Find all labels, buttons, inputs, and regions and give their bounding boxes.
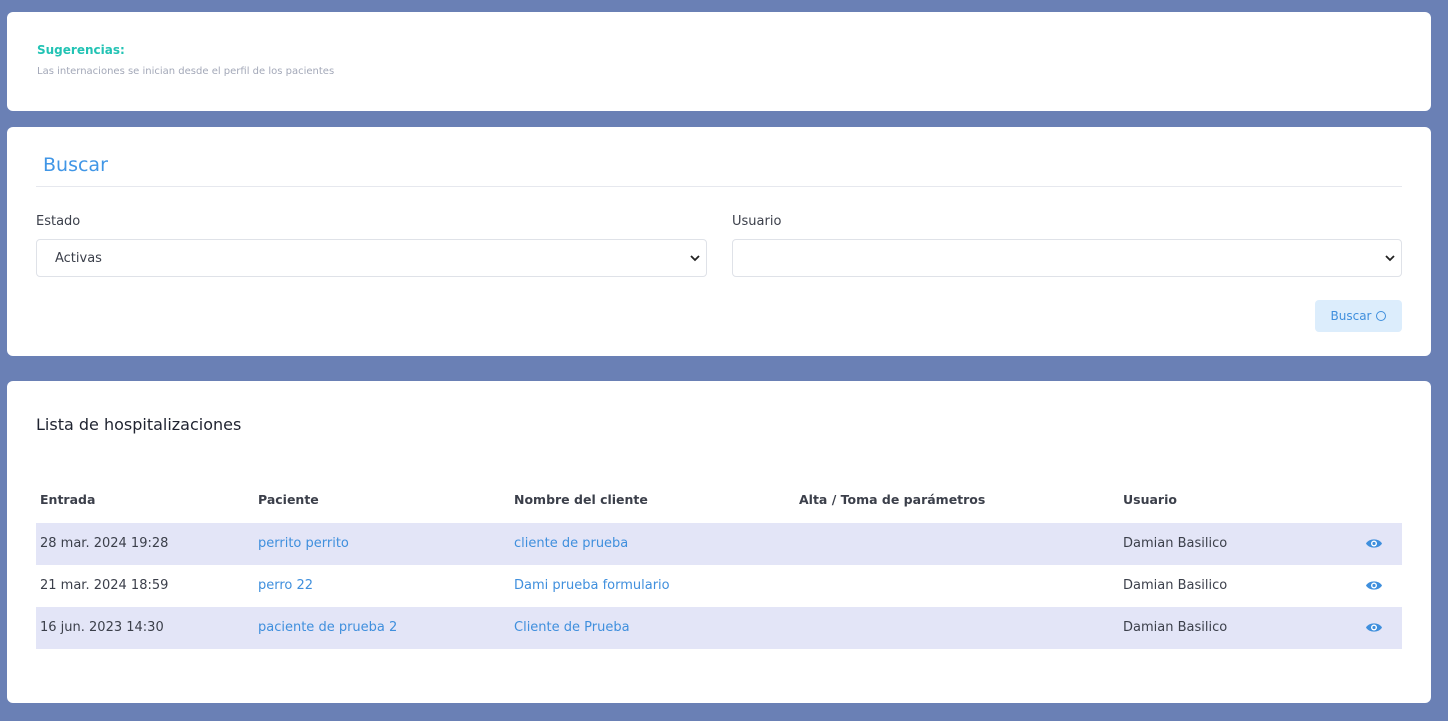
suggestions-title: Sugerencias:	[37, 43, 125, 57]
column-header-entrada: Entrada	[40, 492, 96, 507]
table-row: 28 mar. 2024 19:28 perrito perrito clien…	[36, 523, 1402, 565]
paciente-link[interactable]: paciente de prueba 2	[258, 620, 397, 635]
list-title: Lista de hospitalizaciones	[36, 415, 242, 434]
column-header-usuario: Usuario	[1123, 492, 1177, 507]
entrada-cell: 28 mar. 2024 19:28	[40, 536, 169, 551]
estado-select-value: Activas	[55, 251, 102, 266]
chevron-down-icon	[690, 255, 700, 262]
entrada-cell: 21 mar. 2024 18:59	[40, 578, 169, 593]
cliente-link[interactable]: cliente de prueba	[514, 536, 628, 551]
table-row: 16 jun. 2023 14:30 paciente de prueba 2 …	[36, 607, 1402, 649]
column-header-cliente: Nombre del cliente	[514, 492, 648, 507]
divider	[36, 186, 1402, 187]
eye-icon[interactable]	[1365, 579, 1383, 592]
usuario-cell: Damian Basilico	[1123, 536, 1228, 551]
search-title: Buscar	[43, 154, 108, 176]
eye-icon[interactable]	[1365, 537, 1383, 550]
column-header-alta: Alta / Toma de parámetros	[799, 492, 986, 507]
suggestions-text: Las internaciones se inician desde el pe…	[37, 66, 335, 77]
chevron-down-icon	[1385, 255, 1395, 262]
suggestions-card: Sugerencias: Las internaciones se inicia…	[7, 12, 1431, 111]
cliente-link[interactable]: Cliente de Prueba	[514, 620, 630, 635]
paciente-link[interactable]: perrito perrito	[258, 536, 349, 551]
cliente-link[interactable]: Dami prueba formulario	[514, 578, 670, 593]
search-icon	[1376, 311, 1387, 321]
hospitalizations-card: Lista de hospitalizaciones Entrada Pacie…	[7, 381, 1431, 703]
usuario-select[interactable]	[732, 239, 1402, 277]
table-row: 21 mar. 2024 18:59 perro 22 Dami prueba …	[36, 565, 1402, 607]
search-button-label: Buscar	[1330, 309, 1372, 323]
paciente-link[interactable]: perro 22	[258, 578, 313, 593]
search-button[interactable]: Buscar	[1315, 300, 1402, 332]
column-header-paciente: Paciente	[258, 492, 319, 507]
search-card: Buscar Estado Activas Usuario Buscar	[7, 127, 1431, 356]
usuario-cell: Damian Basilico	[1123, 578, 1228, 593]
usuario-label: Usuario	[732, 214, 782, 229]
estado-select[interactable]: Activas	[36, 239, 707, 277]
usuario-cell: Damian Basilico	[1123, 620, 1228, 635]
entrada-cell: 16 jun. 2023 14:30	[40, 620, 164, 635]
eye-icon[interactable]	[1365, 621, 1383, 634]
estado-label: Estado	[36, 214, 81, 229]
